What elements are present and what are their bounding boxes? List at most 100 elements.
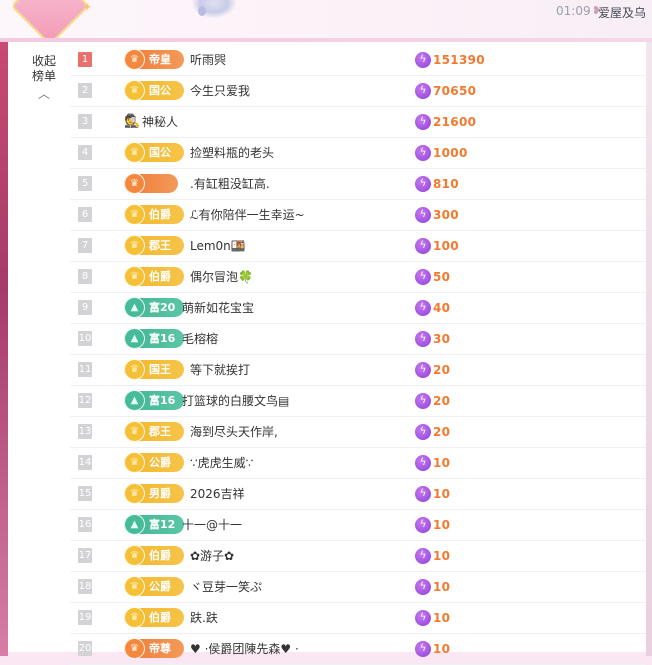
user-name[interactable]: ♥ ·侯爵团陳先森♥ · xyxy=(190,641,299,657)
wealth-level-icon: ▲ xyxy=(124,328,145,349)
rank-badge: ♛ 国王 xyxy=(124,359,184,380)
leaderboard-row[interactable]: 18 ♛ 公爵 ヾ豆芽一笑ぷ ϟ 10 xyxy=(70,572,646,603)
rank-badge: ▲ 富20 xyxy=(124,297,184,318)
badge-label: 国公 xyxy=(149,146,171,159)
lightning-icon: ϟ xyxy=(415,486,431,502)
lightning-icon: ϟ xyxy=(415,207,431,223)
user-name[interactable]: 偶尔冒泡🍀 xyxy=(190,269,253,285)
rank-number: 13 xyxy=(78,424,92,439)
leaderboard-row[interactable]: 3 🕵 神秘人 ϟ 21600 xyxy=(70,107,646,138)
rank-number: 14 xyxy=(78,455,92,470)
noble-crown-icon: ♛ xyxy=(124,204,145,225)
lightning-icon: ϟ xyxy=(415,455,431,471)
noble-crown-icon: ♛ xyxy=(124,235,145,256)
noble-crown-icon: ♛ xyxy=(124,80,145,101)
noble-crown-icon: ♛ xyxy=(124,173,145,194)
badge-label: 公爵 xyxy=(149,456,171,469)
user-name[interactable]: 毛榕榕 xyxy=(182,331,218,347)
clock-time: 01:09 xyxy=(556,4,591,18)
badge-label: 富16 xyxy=(149,394,176,407)
user-name[interactable]: 捡塑料瓶的老头 xyxy=(190,145,274,161)
wealth-level-icon: ▲ xyxy=(124,514,145,535)
contribution-score: 40 xyxy=(433,301,451,315)
user-name[interactable]: 萌新如花宝宝 xyxy=(182,300,254,316)
leaderboard-row[interactable]: 19 ♛ 伯爵 趺.趺 ϟ 10 xyxy=(70,603,646,634)
leaderboard-row[interactable]: 1 ♛ 帝皇 听雨巺 ϟ 151390 xyxy=(70,45,646,76)
user-name[interactable]: ∵虎虎生威∵ xyxy=(190,455,253,471)
user-name[interactable]: 今生只爱我 xyxy=(190,83,250,99)
noble-crown-icon: ♛ xyxy=(124,483,145,504)
user-name[interactable]: 神秘人 xyxy=(142,114,178,130)
noble-crown-icon: ♛ xyxy=(124,421,145,442)
leaderboard-row[interactable]: 11 ♛ 国王 等下就挨打 ϟ 20 xyxy=(70,355,646,386)
lightning-icon: ϟ xyxy=(415,331,431,347)
user-name[interactable]: Lem0n🍱 xyxy=(190,238,246,254)
badge-label: 伯爵 xyxy=(149,208,171,221)
contribution-score: 10 xyxy=(433,518,451,532)
rank-badge: ▲ 富16 xyxy=(124,390,184,411)
leaderboard-row[interactable]: 7 ♛ 郡王 Lem0n🍱 ϟ 100 xyxy=(70,231,646,262)
user-name[interactable]: ✿游子✿ xyxy=(190,548,234,564)
leaderboard-row[interactable]: 8 ♛ 伯爵 偶尔冒泡🍀 ϟ 50 xyxy=(70,262,646,293)
user-name[interactable]: 听雨巺 xyxy=(190,52,226,68)
user-name[interactable]: 打篮球的白腰文鸟▤ xyxy=(182,393,289,409)
user-name[interactable]: .有缸粗没缸高. xyxy=(190,176,270,192)
leaderboard-row[interactable]: 4 ♛ 国公 捡塑料瓶的老头 ϟ 1000 xyxy=(70,138,646,169)
rank-number: 9 xyxy=(78,300,92,315)
noble-crown-icon: ♛ xyxy=(124,359,145,380)
rank-badge: ♛ 伯爵 xyxy=(124,204,184,225)
leaderboard-row[interactable]: 20 ♛ 帝尊 ♥ ·侯爵团陳先森♥ · ϟ 10 xyxy=(70,634,646,665)
lightning-icon: ϟ xyxy=(415,579,431,595)
rank-badge: ♛ xyxy=(124,173,178,194)
leaderboard-row[interactable]: 17 ♛ 伯爵 ✿游子✿ ϟ 10 xyxy=(70,541,646,572)
lightning-icon: ϟ xyxy=(415,362,431,378)
contribution-score: 21600 xyxy=(433,115,477,129)
badge-label: 郡王 xyxy=(149,425,171,438)
contribution-score: 151390 xyxy=(433,53,485,67)
user-name[interactable]: 十一@十一 xyxy=(182,517,242,533)
level-badge-decoration xyxy=(10,0,90,40)
chevron-up-icon: ︿ xyxy=(37,87,50,101)
badge-label: 伯爵 xyxy=(149,549,171,562)
leaderboard-row[interactable]: 15 ♛ 男爵 2026吉祥 ϟ 10 xyxy=(70,479,646,510)
leaderboard-row[interactable]: 13 ♛ 郡王 海到尽头天作岸, ϟ 20 xyxy=(70,417,646,448)
rank-number: 1 xyxy=(78,52,92,67)
rank-badge: ♛ 国公 xyxy=(124,142,184,163)
leaderboard-row[interactable]: 12 ▲ 富16 打篮球的白腰文鸟▤ ϟ 20 xyxy=(70,386,646,417)
contribution-score: 10 xyxy=(433,611,451,625)
rank-badge: ♛ 帝皇 xyxy=(124,49,184,70)
user-name[interactable]: 趺.趺 xyxy=(190,610,218,626)
collapse-leaderboard-button[interactable]: 收起 榜单 ︿ xyxy=(28,54,60,102)
lightning-icon: ϟ xyxy=(415,424,431,440)
user-name[interactable]: 2026吉祥 xyxy=(190,486,245,502)
leaderboard-row[interactable]: 6 ♛ 伯爵 ℒ有你陪伴一生幸运~ ϟ 300 xyxy=(70,200,646,231)
rank-number: 10 xyxy=(78,331,92,346)
user-name[interactable]: 海到尽头天作岸, xyxy=(190,424,278,440)
leaderboard-row[interactable]: 9 ▲ 富20 萌新如花宝宝 ϟ 40 xyxy=(70,293,646,324)
badge-label: 帝皇 xyxy=(149,53,171,66)
rank-number: 7 xyxy=(78,238,92,253)
leaderboard-row[interactable]: 5 ♛ .有缸粗没缸高. ϟ 810 xyxy=(70,169,646,200)
top-bar: ✦ 01:09 ❥ 爱屋及乌 xyxy=(0,0,652,40)
lightning-icon: ϟ xyxy=(415,269,431,285)
rank-number: 3 xyxy=(78,114,92,129)
lightning-icon: ϟ xyxy=(415,548,431,564)
user-name[interactable]: 等下就挨打 xyxy=(190,362,250,378)
user-name[interactable]: ヾ豆芽一笑ぷ xyxy=(190,579,262,595)
contribution-score: 70650 xyxy=(433,84,477,98)
badge-label: 公爵 xyxy=(149,580,171,593)
leaderboard-row[interactable]: 14 ♛ 公爵 ∵虎虎生威∵ ϟ 10 xyxy=(70,448,646,479)
rank-number: 6 xyxy=(78,207,92,222)
leaderboard-row[interactable]: 2 ♛ 国公 今生只爱我 ϟ 70650 xyxy=(70,76,646,107)
room-name: 爱屋及乌 xyxy=(598,6,647,20)
leaderboard-row[interactable]: 16 ▲ 富12 十一@十一 ϟ 10 xyxy=(70,510,646,541)
sparkle-icon: ✦ xyxy=(82,0,93,14)
lightning-icon: ϟ xyxy=(415,610,431,626)
badge-label: 国王 xyxy=(149,363,171,376)
rank-number: 12 xyxy=(78,393,92,408)
contribution-score: 300 xyxy=(433,208,459,222)
rank-badge: ▲ 富12 xyxy=(124,514,184,535)
leaderboard-row[interactable]: 10 ▲ 富16 毛榕榕 ϟ 30 xyxy=(70,324,646,355)
lightning-icon: ϟ xyxy=(415,238,431,254)
user-name[interactable]: ℒ有你陪伴一生幸运~ xyxy=(190,207,305,223)
